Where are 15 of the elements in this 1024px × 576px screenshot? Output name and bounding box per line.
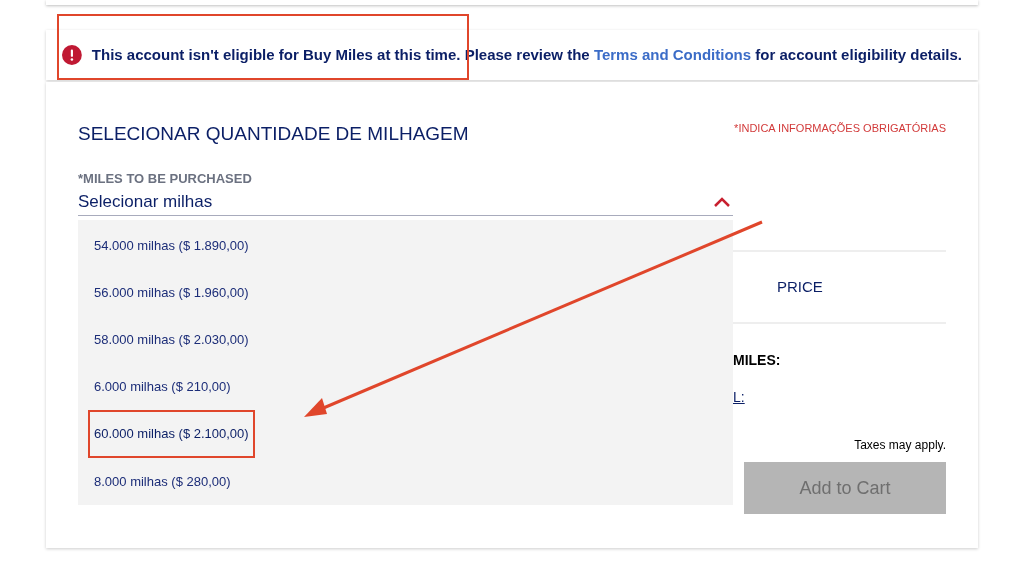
- dropdown-option[interactable]: 60.000 milhas ($ 2.100,00): [78, 410, 733, 458]
- price-header: PRICE: [777, 276, 823, 297]
- dropdown-option[interactable]: 58.000 milhas ($ 2.030,00): [78, 316, 733, 364]
- section-title: SELECIONAR QUANTIDADE DE MILHAGEM: [78, 122, 469, 146]
- required-note: *INDICA INFORMAÇÕES OBRIGATÓRIAS: [734, 121, 946, 136]
- dropdown-option[interactable]: 56.000 milhas ($ 1.960,00): [78, 269, 733, 317]
- dropdown-option[interactable]: 8.000 milhas ($ 280,00): [78, 457, 733, 505]
- terms-link[interactable]: Terms and Conditions: [593, 45, 752, 63]
- taxes-note: Taxes may apply.: [854, 437, 946, 454]
- total-label: L:: [733, 388, 746, 407]
- miles-select[interactable]: Selecionar milhas: [78, 188, 733, 216]
- miles-label: MILES:: [733, 351, 782, 370]
- dropdown-option[interactable]: 54.000 milhas ($ 1.890,00): [78, 222, 733, 270]
- field-label: *MILES TO BE PURCHASED: [78, 169, 253, 188]
- dropdown-option[interactable]: 6.000 milhas ($ 210,00): [78, 363, 733, 411]
